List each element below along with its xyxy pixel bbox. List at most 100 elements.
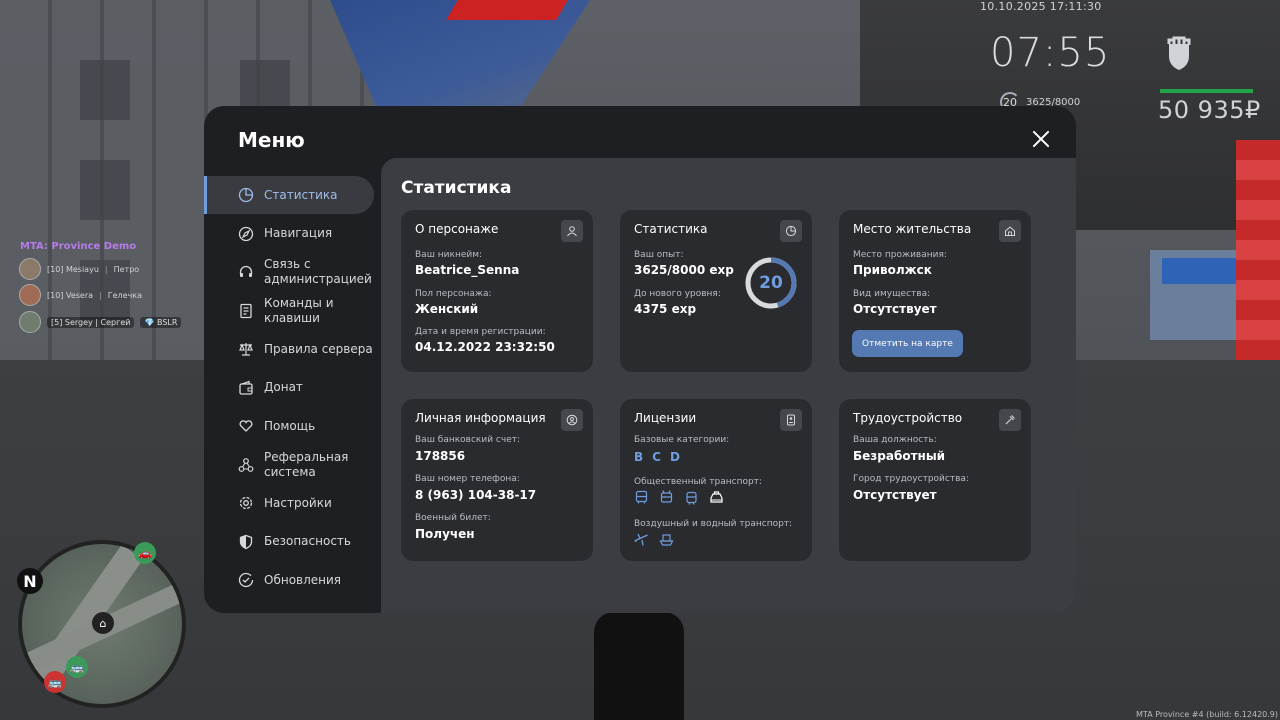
sidebar-item-donate[interactable]: Донат: [204, 369, 382, 407]
minimap-house-icon: ⌂: [92, 612, 114, 634]
home-icon: [999, 220, 1021, 242]
player-entry: [10] Vesera | Гелечка: [19, 284, 142, 306]
headset-icon: [239, 265, 253, 277]
hud-money: 50 935₽: [1158, 96, 1261, 124]
taxi-icon: [710, 491, 723, 503]
field-label: Ваш банковский счет:: [415, 435, 521, 445]
field-label: Город трудоустройства:: [853, 474, 969, 484]
network-icon: [238, 457, 254, 472]
field-value: Beatrice_Senna: [415, 263, 520, 277]
public-transport-icons: [634, 490, 724, 505]
personal-info-card: Личная информация Ваш банковский счет: 1…: [401, 399, 593, 561]
avatar: [19, 258, 41, 280]
field-label: Пол персонажа:: [415, 289, 492, 299]
field-label: Военный билет:: [415, 513, 491, 523]
avatar: [19, 311, 41, 333]
section-title: Статистика: [401, 178, 512, 198]
field-value: 4375 exp: [634, 302, 697, 316]
menu-window: Меню Статистика Навигация Связь с админи…: [204, 106, 1076, 613]
player-badge: 💎 BSLR: [140, 316, 182, 328]
airplane-icon: [634, 533, 648, 546]
sidebar-item-label: Реферальная система: [264, 449, 349, 479]
sidebar-item-security[interactable]: Безопасность: [204, 523, 382, 561]
field-value: Приволжск: [853, 263, 932, 277]
sidebar-item-settings[interactable]: Настройки: [204, 484, 382, 522]
sidebar-item-label: Навигация: [264, 226, 333, 240]
sidebar: Статистика Навигация Связь с администрац…: [204, 176, 382, 600]
pie-chart-icon: [238, 187, 254, 203]
license-category: D: [669, 450, 680, 464]
sidebar-item-label: Донат: [264, 380, 303, 394]
field-value: Безработный: [853, 449, 946, 463]
license-categories: B C D: [634, 450, 680, 464]
sidebar-item-label: Обновления: [264, 572, 342, 587]
player-entry: [10] Mesiayu | Петро: [19, 258, 139, 280]
avatar: [19, 284, 41, 306]
sidebar-item-commands[interactable]: Команды и клавиши: [204, 292, 382, 330]
sidebar-item-label: Настройки: [264, 495, 332, 510]
field-label: Ваш никнейм:: [415, 250, 483, 260]
user-circle-icon: [561, 409, 583, 431]
field-label: Воздушный и водный транспорт:: [634, 519, 793, 529]
player-name: Петро: [113, 264, 140, 274]
sidebar-item-help[interactable]: Помощь: [204, 407, 382, 445]
boat-icon: [659, 534, 674, 546]
sidebar-item-statistics[interactable]: Статистика: [204, 176, 374, 214]
trolleybus-icon: [660, 490, 673, 503]
player-entry: [5] Sergey | Сергей 💎 BSLR: [19, 311, 182, 333]
gear-icon: [239, 496, 253, 510]
close-button[interactable]: [1028, 126, 1054, 152]
user-icon: [561, 220, 583, 242]
badge-text: BSLR: [156, 317, 178, 327]
field-value: 8 (963) 104-38-17: [415, 488, 537, 502]
player-tag: [10] Mesiayu: [47, 264, 99, 274]
license-category: C: [652, 450, 661, 464]
tram-icon: [686, 491, 697, 505]
field-value: Отсутствует: [853, 488, 937, 502]
field-label: Базовые категории:: [634, 435, 730, 445]
employment-card: Трудоустройство Ваша должность: Безработ…: [839, 399, 1031, 561]
sidebar-item-updates[interactable]: Обновления: [204, 561, 382, 599]
field-value: 3625/8000 exp: [634, 263, 734, 277]
level-number: 20: [759, 273, 783, 293]
residence-card: Место жительства Место проживания: Приво…: [839, 210, 1031, 372]
pie-chart-icon: [780, 220, 802, 242]
sidebar-item-rules[interactable]: Правила сервера: [204, 330, 382, 368]
sidebar-item-label: Статистика: [264, 187, 338, 202]
license-category: B: [634, 450, 644, 464]
shield-icon: [239, 534, 253, 549]
air-water-transport-icons: [634, 532, 674, 547]
gas-station-sign: [1162, 258, 1242, 284]
field-label: Место проживания:: [853, 250, 947, 260]
hud-datetime: 10.10.2025 17:11:30: [980, 0, 1102, 13]
field-value: Женский: [415, 302, 479, 316]
field-label: Ваш опыт:: [634, 250, 684, 260]
mark-on-map-button[interactable]: Отметить на карте: [852, 330, 963, 357]
field-value: Отсутствует: [853, 302, 937, 316]
minimap-car-icon: 🚗: [134, 542, 156, 564]
field-value: 178856: [415, 449, 466, 463]
player-tag-box: [5] Sergey | Сергей: [47, 316, 135, 328]
server-name: MTA: Province Demo: [20, 241, 137, 252]
field-label: Вид имущества:: [853, 289, 931, 299]
card-title: Лицензии: [634, 411, 697, 425]
scales-icon: [239, 343, 253, 356]
sidebar-item-label: Связь с администрацией: [264, 257, 372, 286]
minimap-north: N: [17, 568, 43, 594]
red-roof: [446, 0, 568, 20]
sidebar-item-referral[interactable]: Реферальная система: [204, 446, 382, 484]
sidebar-item-label: Команды и клавиши: [264, 295, 334, 325]
sidebar-item-navigation[interactable]: Навигация: [204, 215, 382, 253]
wallet-icon: [239, 380, 253, 395]
document-icon: [240, 303, 252, 318]
content-panel: Статистика О персонаже Ваш никнейм: Beat…: [381, 158, 1076, 613]
card-title: Личная информация: [415, 411, 546, 425]
field-value: 04.12.2022 23:32:50: [415, 340, 555, 354]
minimap-bus-icon: 🚌: [66, 656, 88, 678]
sidebar-item-contact-admin[interactable]: Связь с администрацией: [204, 253, 382, 291]
field-label: До нового уровня:: [634, 289, 721, 299]
card-title: Статистика: [634, 222, 708, 236]
sidebar-item-label: Безопасность: [264, 534, 351, 548]
menu-title: Меню: [238, 128, 305, 152]
minimap-bus-icon: 🚌: [44, 671, 66, 693]
